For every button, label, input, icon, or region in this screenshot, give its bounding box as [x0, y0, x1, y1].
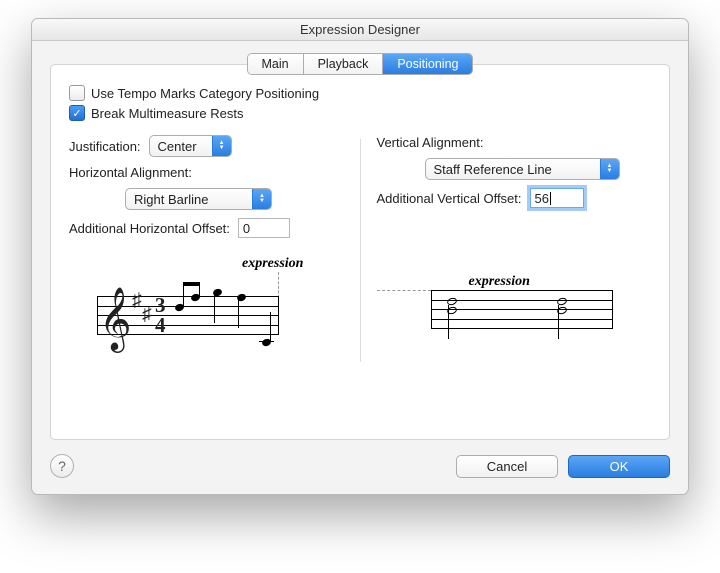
v-align-label: Vertical Alignment: — [377, 135, 484, 150]
use-tempo-label: Use Tempo Marks Category Positioning — [91, 86, 319, 101]
ledger-line — [259, 341, 274, 342]
v-align-select[interactable]: Staff Reference Line ▲▼ — [425, 158, 620, 180]
preview-expression-text: expression — [242, 256, 303, 272]
h-preview: expression 𝄞 ♯ ♯ 3 4 — [69, 256, 344, 366]
ok-label: OK — [610, 459, 629, 474]
window-title: Expression Designer — [300, 22, 420, 37]
h-offset-input[interactable]: 0 — [238, 218, 290, 238]
preview-dashed-line — [377, 290, 431, 291]
note-stem — [238, 298, 239, 328]
barline — [431, 290, 432, 328]
note-stem — [183, 282, 184, 306]
ok-button[interactable]: OK — [568, 455, 670, 478]
v-offset-label: Additional Vertical Offset: — [377, 191, 522, 206]
tab-playback[interactable]: Playback — [304, 54, 384, 74]
break-mm-row: ✓ Break Multimeasure Rests — [69, 105, 651, 121]
use-tempo-row: Use Tempo Marks Category Positioning — [69, 85, 651, 101]
use-tempo-checkbox[interactable] — [69, 85, 85, 101]
tab-main[interactable]: Main — [248, 54, 304, 74]
text-caret — [550, 192, 551, 205]
dialog-footer: ? Cancel OK — [32, 454, 688, 494]
columns: Justification: Center ▲▼ Horizontal Alig… — [69, 135, 651, 366]
help-button[interactable]: ? — [50, 454, 74, 478]
note-stem — [448, 305, 449, 339]
tab-segmented-control: Main Playback Positioning — [247, 53, 474, 75]
justification-label: Justification: — [69, 139, 141, 154]
justification-select[interactable]: Center ▲▼ — [149, 135, 232, 157]
window-titlebar: Expression Designer — [32, 19, 688, 41]
barline — [612, 290, 613, 328]
barline — [278, 296, 279, 334]
barline — [97, 296, 98, 334]
tabs-row: Main Playback Positioning — [32, 53, 688, 75]
h-align-label: Horizontal Alignment: — [69, 165, 192, 180]
preview-dashed-line — [278, 272, 279, 298]
note-stem — [558, 305, 559, 339]
cancel-button[interactable]: Cancel — [456, 455, 558, 478]
v-offset-value: 56 — [535, 191, 549, 206]
justification-value: Center — [150, 139, 212, 154]
note-stem — [270, 312, 271, 341]
note-beam — [183, 282, 200, 286]
h-offset-label: Additional Horizontal Offset: — [69, 221, 230, 236]
help-icon: ? — [58, 458, 66, 474]
select-arrows-icon: ▲▼ — [600, 159, 619, 179]
select-arrows-icon: ▲▼ — [252, 189, 271, 209]
expression-designer-window: Expression Designer Main Playback Positi… — [31, 18, 689, 495]
h-offset-value: 0 — [243, 221, 250, 236]
left-column: Justification: Center ▲▼ Horizontal Alig… — [69, 135, 344, 366]
break-mm-label: Break Multimeasure Rests — [91, 106, 243, 121]
tab-positioning[interactable]: Positioning — [383, 54, 472, 74]
break-mm-checkbox[interactable]: ✓ — [69, 105, 85, 121]
preview-staff — [431, 290, 613, 329]
column-divider — [360, 139, 361, 362]
v-preview: expression — [377, 252, 652, 362]
h-align-value: Right Barline — [126, 192, 252, 207]
positioning-panel: Use Tempo Marks Category Positioning ✓ B… — [50, 64, 670, 440]
right-column: Vertical Alignment: Staff Reference Line… — [377, 135, 652, 366]
cancel-label: Cancel — [487, 459, 527, 474]
v-align-value: Staff Reference Line — [426, 162, 600, 177]
h-align-select[interactable]: Right Barline ▲▼ — [125, 188, 272, 210]
select-arrows-icon: ▲▼ — [212, 136, 231, 156]
note-stem — [214, 293, 215, 323]
preview-expression-text: expression — [469, 274, 530, 290]
v-offset-input[interactable]: 56 — [530, 188, 584, 208]
